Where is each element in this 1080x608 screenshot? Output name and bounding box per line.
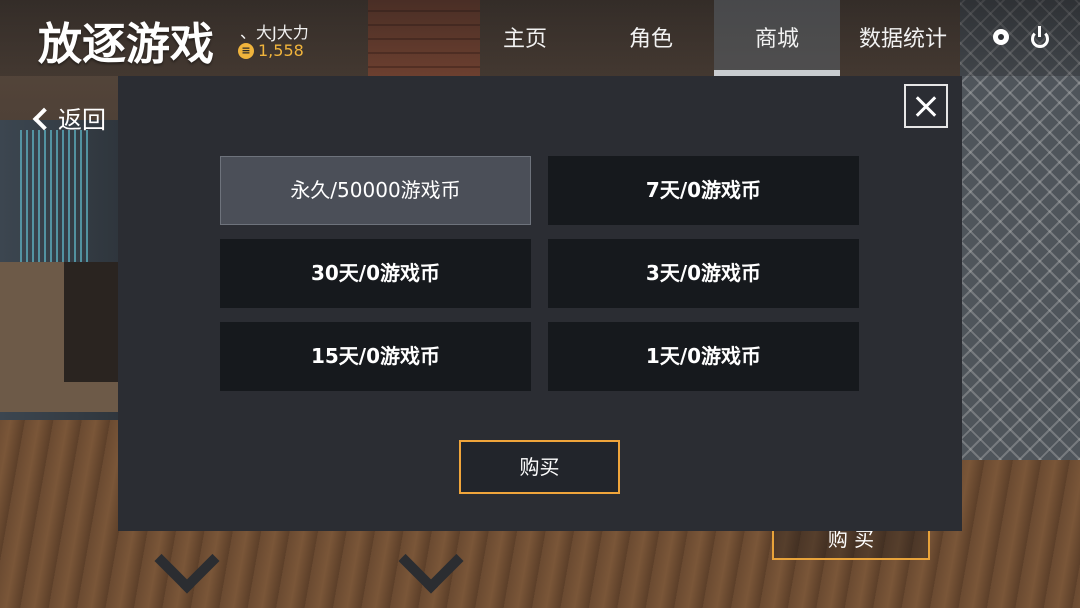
player-name: 、大J大力 (240, 23, 309, 42)
coin-balance: ≡ 1,558 (238, 41, 304, 60)
top-icons (990, 26, 1050, 48)
main-tabs: 主页 角色 商城 数据统计 (462, 0, 966, 76)
power-bar (1038, 26, 1041, 37)
coin-amount: 1,558 (258, 41, 304, 60)
back-chevron-icon (32, 107, 56, 130)
option-3-days[interactable]: 3天/0游戏币 (548, 239, 859, 308)
game-logo: 放逐游戏 (38, 19, 214, 70)
tab-character[interactable]: 角色 (588, 0, 714, 76)
coin-icon: ≡ (238, 42, 254, 59)
crate-shadow (64, 262, 118, 382)
window-stripes (20, 130, 90, 270)
back-button[interactable]: 返回 (32, 100, 106, 135)
back-label: 返回 (58, 106, 106, 134)
purchase-duration-modal: 永久/50000游戏币 7天/0游戏币 30天/0游戏币 3天/0游戏币 15天… (118, 76, 962, 531)
top-bar: 放逐游戏 、大J大力 ≡ 1,558 主页 角色 商城 数据统计 (0, 0, 1080, 76)
power-icon[interactable] (1028, 26, 1050, 48)
tab-statistics[interactable]: 数据统计 (840, 0, 966, 76)
tab-store[interactable]: 商城 (714, 0, 840, 76)
close-icon[interactable] (904, 84, 948, 128)
settings-gear-icon[interactable] (990, 26, 1012, 48)
option-1-day[interactable]: 1天/0游戏币 (548, 322, 859, 391)
option-30-days[interactable]: 30天/0游戏币 (220, 239, 531, 308)
tab-home[interactable]: 主页 (462, 0, 588, 76)
option-permanent[interactable]: 永久/50000游戏币 (220, 156, 531, 225)
option-7-days[interactable]: 7天/0游戏币 (548, 156, 859, 225)
buy-button[interactable]: 购买 (459, 440, 620, 494)
option-15-days[interactable]: 15天/0游戏币 (220, 322, 531, 391)
